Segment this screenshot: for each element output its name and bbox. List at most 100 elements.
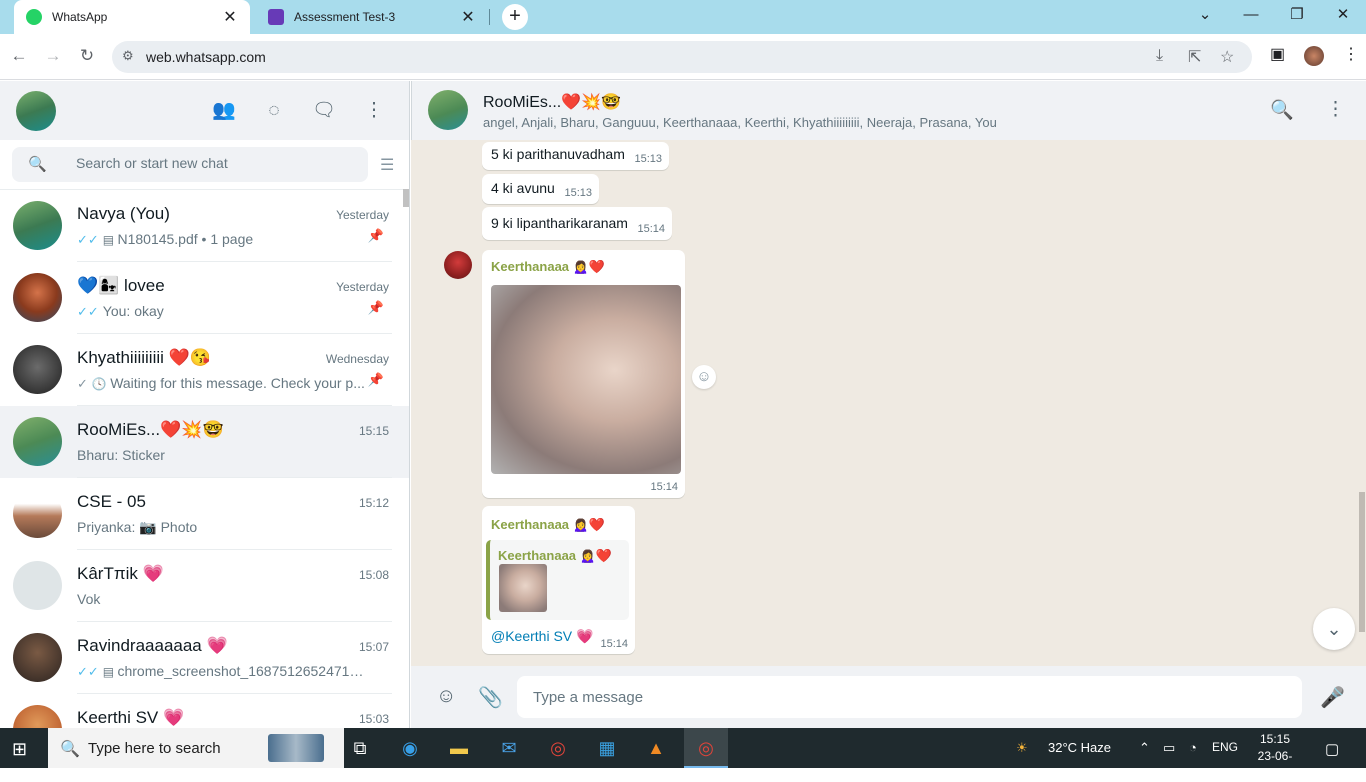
search-icon[interactable]: 🔍 (1270, 98, 1294, 122)
chrome-profile-icon[interactable]: ◎ (684, 728, 728, 768)
emoji-reaction-icon[interactable]: ☺ (692, 365, 716, 389)
emoji-icon[interactable]: ☺ (436, 685, 456, 708)
microphone-icon[interactable]: 🎤 (1320, 685, 1345, 710)
chat-item-roomies[interactable]: RooMiEs...❤️💥🤓 15:15 Bharu: Sticker (0, 406, 409, 478)
reload-icon[interactable]: ↻ (75, 44, 99, 68)
chat-list-panel: 👥 ◌ 🗨 ⋮ 🔍 ☰ Navya (You) Yesterday ✓✓▤ N1… (0, 81, 410, 728)
chat-time: Yesterday (336, 208, 389, 222)
message-text[interactable]: @Keerthi SV 💗 (491, 628, 593, 645)
close-window-button[interactable]: ✕ (1320, 0, 1366, 30)
chat-list-scrollbar[interactable] (403, 189, 409, 207)
avatar (13, 345, 62, 394)
new-chat-icon[interactable]: 🗨 (311, 98, 337, 124)
back-icon[interactable]: ← (7, 44, 31, 68)
menu-icon[interactable]: ⋮ (361, 98, 387, 124)
double-tick-icon: ✓✓ (77, 304, 99, 319)
windows-start-icon[interactable]: ⊞ (12, 739, 27, 760)
conversation-header[interactable]: RooMiEs...❤️💥🤓 angel, Anjali, Bharu, Gan… (411, 81, 1366, 140)
attach-icon[interactable]: 📎 (478, 685, 503, 710)
avatar (13, 489, 62, 538)
chat-item-cse05[interactable]: CSE - 05 15:12 Priyanka: 📷 Photo (0, 478, 409, 550)
communities-icon[interactable]: 👥 (211, 98, 237, 124)
share-icon[interactable]: ⇱ (1188, 47, 1201, 67)
message-bubble[interactable]: 5 ki parithanuvadham 15:13 (482, 142, 669, 170)
bookmark-star-icon[interactable]: ☆ (1220, 47, 1234, 67)
forward-icon[interactable]: → (41, 44, 65, 68)
pin-icon: 📌 (367, 228, 384, 243)
message-time: 15:14 (600, 638, 628, 650)
chat-name: Navya (You) (77, 204, 170, 223)
chat-name: RooMiEs...❤️💥🤓 (77, 420, 224, 439)
install-app-icon[interactable]: ⤓ (1156, 47, 1163, 65)
status-icon[interactable]: ◌ (261, 98, 287, 124)
vlc-icon[interactable]: ▲ (634, 728, 678, 768)
task-view-icon[interactable]: ⧉ (338, 728, 382, 768)
tab-assessment[interactable]: Assessment Test-3 ✕ (256, 0, 488, 34)
wifi-icon[interactable]: ◔ (1189, 740, 1197, 755)
message-scrollbar[interactable] (1359, 492, 1365, 632)
sender-name[interactable]: Keerthanaaa 🙍‍♀️❤️ (491, 259, 605, 275)
search-icon: 🔍 (60, 741, 80, 758)
show-hidden-icons-icon[interactable]: ⌃ (1139, 740, 1150, 756)
message-bubble[interactable]: 9 ki lipantharikaranam 15:14 (482, 207, 672, 240)
chrome-icon[interactable]: ◎ (536, 728, 580, 768)
search-label: Type here to search (88, 740, 221, 757)
menu-icon[interactable]: ⋮ (1326, 98, 1345, 121)
file-explorer-icon[interactable]: ▬ (437, 728, 481, 768)
store-icon[interactable]: ▦ (585, 728, 629, 768)
tab-whatsapp[interactable]: WhatsApp ✕ (14, 0, 250, 34)
chat-item-khyathi[interactable]: Khyathiiiiiiiii ❤️😘 Wednesday ✓ 🕓 Waiting… (0, 334, 409, 406)
search-input[interactable] (76, 155, 356, 171)
image-message-bubble[interactable]: Keerthanaaa 🙍‍♀️❤️ 15:14 (482, 250, 685, 498)
chat-preview: chrome_screenshot_1687512652471.png (117, 663, 367, 679)
battery-icon[interactable]: ▭ (1163, 740, 1175, 756)
new-tab-button[interactable]: + (502, 4, 528, 30)
reply-message-bubble[interactable]: Keerthanaaa 🙍‍♀️❤️ Keerthanaaa 🙍‍♀️❤️ @K… (482, 506, 635, 654)
my-avatar[interactable] (16, 91, 56, 131)
quoted-photo-thumbnail (499, 564, 547, 612)
language-indicator[interactable]: ENG (1212, 740, 1238, 754)
tab-search-chevron-icon[interactable]: ⌄ (1182, 0, 1228, 30)
address-bar[interactable]: ⚙ web.whatsapp.com ⤓ ⇱ ☆ (112, 41, 1252, 73)
system-clock[interactable]: 15:15 23-06-2023 (1249, 731, 1301, 782)
minimize-button[interactable]: — (1228, 0, 1274, 30)
group-avatar[interactable] (428, 90, 468, 130)
chat-item-ravindra[interactable]: Ravindraaaaaaa 💗 15:07 ✓✓ ▤ chrome_screen… (0, 622, 409, 694)
quoted-message[interactable]: Keerthanaaa 🙍‍♀️❤️ (486, 540, 629, 620)
site-info-icon[interactable]: ⚙ (122, 48, 134, 64)
chat-item-kartik[interactable]: KârTπik 💗 15:08 Vok (0, 550, 409, 622)
close-icon[interactable]: ✕ (222, 7, 238, 27)
tab-divider (489, 9, 490, 25)
close-icon[interactable]: ✕ (460, 7, 476, 27)
chat-preview: Vok (77, 591, 101, 607)
chat-name: 💙👩‍👧 lovee (77, 276, 165, 295)
sender-avatar[interactable] (444, 251, 472, 279)
chat-time: 15:08 (358, 568, 389, 582)
maximize-button[interactable]: ❐ (1274, 0, 1320, 30)
chat-list: Navya (You) Yesterday ✓✓ ▤ N180145.pdf • … (0, 190, 409, 728)
sender-name[interactable]: Keerthanaaa 🙍‍♀️❤️ (491, 517, 605, 533)
edge-icon[interactable]: ◉ (388, 728, 432, 768)
chat-item-lovee[interactable]: 💙👩‍👧 lovee Yesterday ✓✓ You: okay 📌 (0, 262, 409, 334)
message-bubble[interactable]: 4 ki avunu 15:13 (482, 174, 599, 204)
clock-icon: 🕓 (91, 377, 111, 391)
taskbar-search[interactable]: 🔍 Type here to search (48, 728, 344, 768)
avatar (13, 417, 62, 466)
side-panel-icon[interactable]: ▣ (1270, 44, 1285, 64)
weather-icon[interactable]: ☀ (1016, 740, 1028, 756)
weather-text[interactable]: 32°C Haze (1048, 740, 1111, 755)
message-input[interactable] (517, 676, 1302, 718)
notification-icon[interactable]: ▢ (1325, 740, 1339, 758)
pin-icon: 📌 (367, 300, 384, 315)
chat-item-navya[interactable]: Navya (You) Yesterday ✓✓ ▤ N180145.pdf • … (0, 190, 409, 262)
scroll-down-button[interactable]: ⌄ (1313, 608, 1355, 650)
chat-time: Wednesday (325, 352, 389, 366)
clock-date: 23-06-2023 (1257, 749, 1293, 780)
mail-icon[interactable]: ✉ (487, 728, 531, 768)
chat-item-keerthi[interactable]: Keerthi SV 💗 15:03 (0, 694, 409, 728)
message-photo[interactable] (491, 285, 681, 474)
profile-avatar[interactable] (1304, 46, 1324, 66)
more-icon[interactable]: ⋮ (1343, 44, 1359, 64)
search-row: 🔍 ☰ (0, 140, 409, 190)
filter-icon[interactable]: ☰ (380, 155, 394, 175)
